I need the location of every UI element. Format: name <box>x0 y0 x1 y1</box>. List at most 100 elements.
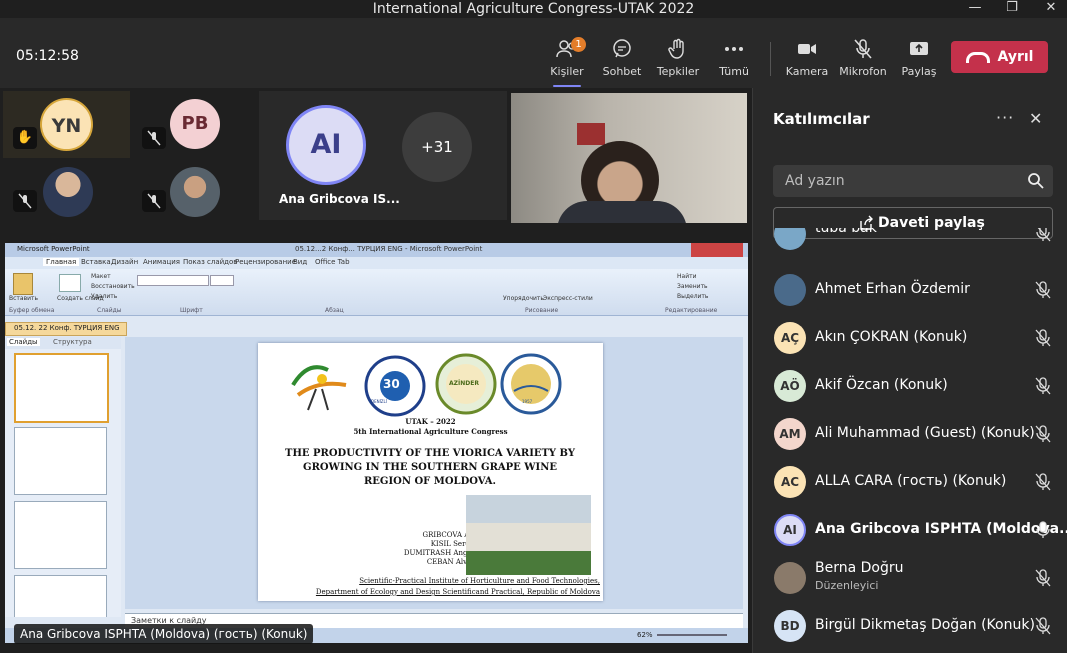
avatar: YN <box>40 98 93 151</box>
participant-tile[interactable]: AI Ana Gribcova IS... +31 <box>259 91 507 220</box>
panel-title: Katılımcılar <box>773 110 870 128</box>
leave-label: Ayrıl <box>997 49 1034 65</box>
participant-row[interactable]: AI Ana Gribcova ISPHTA (Moldova... <box>753 514 1067 562</box>
shared-screen: Microsoft PowerPoint 05.12...2 Конф... Т… <box>5 243 748 643</box>
more-options-icon[interactable]: ··· <box>996 108 1014 127</box>
search-placeholder: Ad yazın <box>785 173 845 189</box>
slides-panel <box>5 349 121 617</box>
quick-styles-button[interactable]: Экспресс-стили <box>543 295 593 302</box>
paste-button[interactable]: Вставить <box>9 295 38 302</box>
arrange-button[interactable]: Упорядочить <box>503 295 544 302</box>
participant-avatar <box>774 562 806 594</box>
participant-tile[interactable]: PB <box>136 91 253 158</box>
participant-row[interactable]: AM Ali Muhammad (Guest) (Konuk) <box>753 418 1067 466</box>
logo-text: 1957 <box>522 399 533 404</box>
ppt-tab[interactable]: Дизайн <box>111 258 138 266</box>
mic-off-icon <box>1036 228 1051 242</box>
ppt-tab[interactable]: Анимация <box>143 258 180 266</box>
replace-button[interactable]: Заменить <box>677 283 708 290</box>
ppt-app-title: Microsoft PowerPoint <box>17 245 90 253</box>
slide-thumbnail[interactable] <box>14 501 107 569</box>
mic-off-icon <box>13 190 37 212</box>
more-button[interactable]: Tümü <box>704 38 764 78</box>
ribbon-group-label: Редактирование <box>665 307 718 314</box>
ppt-tab[interactable]: Главная <box>43 258 80 266</box>
participant-tile[interactable] <box>3 164 130 220</box>
maximize-icon[interactable]: ❐ <box>1002 0 1022 18</box>
title-bar: International Agriculture Congress-UTAK … <box>0 0 1067 18</box>
outline-tab[interactable]: Структура <box>53 338 92 346</box>
participant-row[interactable]: AÇ Akın ÇOKRAN (Konuk) <box>753 322 1067 370</box>
participant-row[interactable]: AC ALLA CARA (гость) (Konuk) <box>753 466 1067 514</box>
participant-avatar <box>774 274 806 306</box>
minimize-icon[interactable]: — <box>965 0 985 18</box>
toolbar-divider <box>770 42 771 76</box>
mic-off-icon <box>142 190 166 212</box>
slide-thumbnail[interactable] <box>14 353 109 423</box>
slide-thumbnail[interactable] <box>14 427 107 495</box>
ribbon-group-label: Буфер обмена <box>9 307 55 314</box>
participant-tile[interactable] <box>136 164 253 220</box>
people-button[interactable]: Kişiler <box>537 38 597 78</box>
ppt-tab[interactable]: Рецензирование <box>235 258 296 266</box>
participant-row[interactable]: Berna Doğru Düzenleyici <box>753 560 1067 610</box>
share-button[interactable]: Paylaş <box>889 38 949 78</box>
ppt-window-title: 05.12...2 Конф... ТУРЦИЯ ENG - Microsoft… <box>295 245 483 253</box>
participant-name: tuba bak <box>815 228 877 236</box>
new-slide-icon[interactable] <box>59 274 81 292</box>
select-button[interactable]: Выделить <box>677 293 708 300</box>
leave-button[interactable]: Ayrıl <box>951 41 1048 73</box>
delete-button[interactable]: Удалить <box>91 293 117 300</box>
mic-off-icon <box>1035 329 1051 347</box>
font-size-select[interactable] <box>210 275 234 286</box>
ppt-tab[interactable]: Вид <box>293 258 307 266</box>
slide-author: GRIBCOVA Ana <box>422 531 478 539</box>
mic-button[interactable]: Mikrofon <box>833 38 893 78</box>
overflow-count[interactable]: +31 <box>402 112 472 182</box>
ppt-window-controls[interactable] <box>691 243 743 257</box>
zoom-slider[interactable] <box>657 634 727 636</box>
chat-button[interactable]: Sohbet <box>592 38 652 78</box>
slides-tab[interactable]: Слайды <box>7 338 40 346</box>
layout-button[interactable]: Макет <box>91 273 111 280</box>
ppt-tab[interactable]: Office Tab <box>315 258 350 266</box>
logo-number: 30 <box>383 377 400 391</box>
shapes-gallery[interactable] <box>429 273 501 301</box>
close-window-icon[interactable]: ✕ <box>1041 0 1061 18</box>
font-format-buttons[interactable] <box>137 289 247 298</box>
current-slide: 30 DENİZLİ AZİNDER 1957 UTAK – 2022 5th … <box>258 343 603 601</box>
reactions-button[interactable]: Tepkiler <box>648 38 708 78</box>
slide-department: Department of Ecology and Design Scienti… <box>315 588 600 596</box>
mic-off-icon <box>1035 569 1051 587</box>
video-tile[interactable] <box>511 93 747 223</box>
participant-avatar: AM <box>774 418 806 450</box>
mic-on-icon <box>1036 521 1050 538</box>
phone-hangup-icon <box>965 51 990 63</box>
participant-row[interactable]: AÖ Akif Özcan (Konuk) <box>753 370 1067 418</box>
search-input[interactable]: Ad yazın <box>773 165 1053 197</box>
participant-avatar <box>774 228 806 250</box>
participant-tile[interactable]: YN ✋ <box>3 91 130 158</box>
ppt-tab[interactable]: Вставка <box>81 258 111 266</box>
paragraph-buttons[interactable] <box>255 275 420 301</box>
font-name-select[interactable] <box>137 275 209 286</box>
doc-tab[interactable]: 05.12. 22 Конф. ТУРЦИЯ ENG <box>5 322 127 336</box>
close-panel-icon[interactable]: ✕ <box>1029 109 1042 128</box>
participant-row[interactable]: Ahmet Erhan Özdemir <box>753 274 1067 322</box>
participant-row[interactable]: tuba bak <box>753 228 1067 274</box>
ppt-tab[interactable]: Показ слайдов <box>183 258 237 266</box>
camera-button[interactable]: Kamera <box>777 38 837 78</box>
paste-icon[interactable] <box>13 273 33 295</box>
reset-button[interactable]: Восстановить <box>91 283 135 290</box>
participant-name: Birgül Dikmetaş Doğan (Konuk) <box>815 617 1035 633</box>
hand-icon <box>668 38 684 59</box>
find-button[interactable]: Найти <box>677 273 696 280</box>
avatar: PB <box>170 99 220 149</box>
participant-name: Ali Muhammad (Guest) (Konuk) <box>815 425 1035 441</box>
participant-avatar: AÇ <box>774 322 806 354</box>
slide-heading: UTAK – 2022 <box>405 417 456 426</box>
people-badge: 1 <box>571 37 586 52</box>
mic-off-icon <box>1035 473 1051 491</box>
slide-thumbnail[interactable] <box>14 575 107 617</box>
participant-row[interactable]: BD Birgül Dikmetaş Doğan (Konuk) <box>753 610 1067 653</box>
